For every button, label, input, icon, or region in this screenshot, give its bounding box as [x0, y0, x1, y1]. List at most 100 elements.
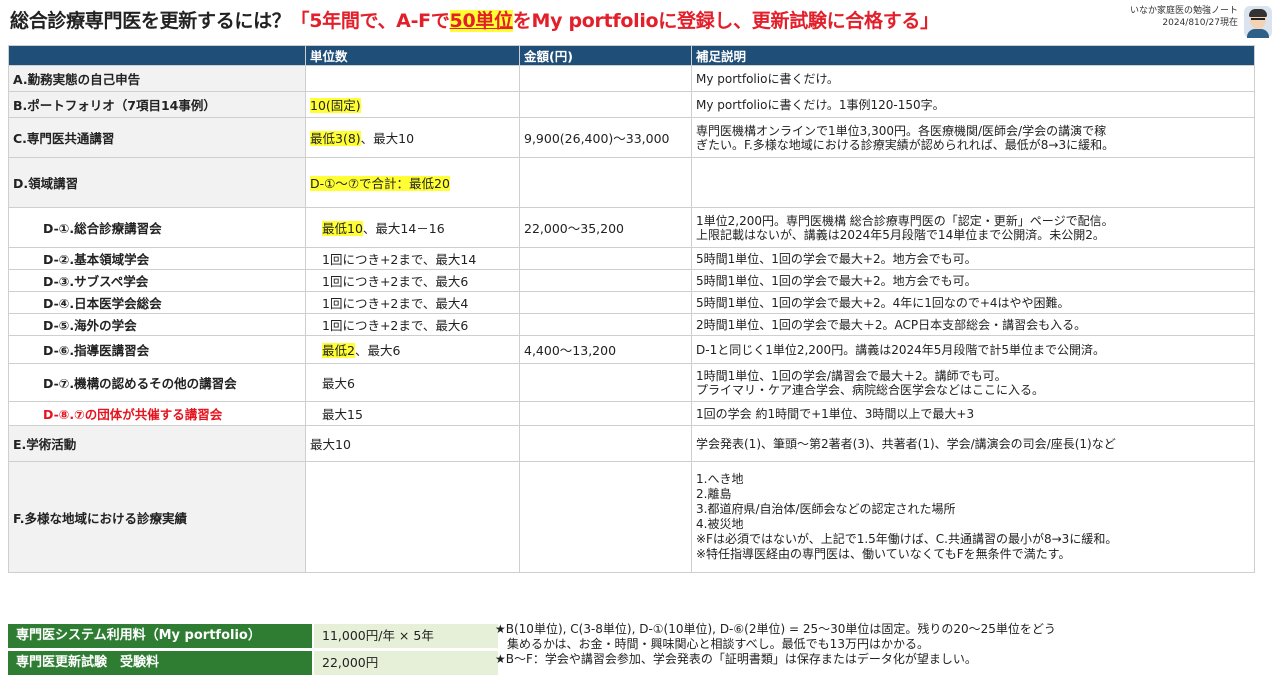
desc-line: 1単位2,200円。専門医機構 総合診療専門医の「認定・更新」ページで配信。	[696, 213, 1114, 228]
units-highlight: 最低2	[322, 343, 355, 358]
title-main: 総合診療専門医を更新するには？	[10, 10, 291, 32]
row-desc: 学会発表(1)、筆頭～第2著者(3)、共著者(1)、学会/講演会の司会/座長(1…	[691, 425, 1255, 462]
desc-line: ※特任指導医経由の専門医は、働いていなくてもFを無条件で満たす。	[696, 547, 1071, 561]
row-desc: 2時間1単位、1回の学会で最大＋2。ACP日本支部総会・講習会も入る。	[691, 313, 1255, 336]
row-label: F.多様な地域における診療実績	[8, 461, 306, 573]
author-note-title: いなか家庭医の勉強ノート	[1129, 6, 1238, 16]
row-label: D-④.日本医学会総会	[8, 291, 306, 314]
row-units: 最低3(8)、最大10	[305, 117, 520, 158]
page-header: 総合診療専門医を更新するには？「5年間で、A-Fで50単位をMy portfol…	[0, 0, 1280, 44]
row-units: 最低10、最大14－16	[305, 207, 520, 248]
row-desc: 5時間1単位、1回の学会で最大+2。地方会でも可。	[691, 269, 1255, 292]
desc-line: 3.都道府県/自治体/医師会などの認定された場所	[696, 502, 956, 516]
footnote-line: ★B～F：学会や講習会参加、学会発表の「証明書類」は保存またはデータ化が望ましい…	[495, 652, 977, 666]
row-desc: 1.へき地 2.離島 3.都道府県/自治体/医師会などの認定された場所 4.被災…	[691, 461, 1255, 573]
row-units: 1回につき+2まで、最大14	[305, 247, 520, 270]
fee-value: 11,000円/年 × 5年	[314, 624, 498, 648]
desc-line: My portfolioに書くだけ。	[696, 71, 839, 86]
row-label: D-⑤.海外の学会	[8, 313, 306, 336]
title-quote-end: をMy portfolioに登録し、更新試験に合格する」	[512, 10, 939, 32]
row-units: D-①～⑦で合計：最低20	[305, 157, 520, 208]
title-quote: 「5年間で、A-Fで50単位をMy portfolioに登録し、更新試験に合格す…	[291, 10, 939, 32]
author-note: いなか家庭医の勉強ノート 2024/810/27現在	[1130, 5, 1238, 29]
column-header-item	[8, 45, 306, 66]
table-row: D-①.総合診療講習会 最低10、最大14－16 22,000～35,200 1…	[8, 207, 1255, 248]
bottom-section: 専門医システム利用料（My portfolio） 11,000円/年 × 5年 …	[8, 620, 1270, 675]
desc-line: 5時間1単位、1回の学会で最大+2。地方会でも可。	[696, 251, 977, 266]
author-note-date: 2024/810/27現在	[1162, 18, 1238, 28]
units-rest: 、最大14－16	[362, 221, 445, 236]
column-header-units: 単位数	[305, 45, 520, 66]
desc-line: My portfolioに書くだけ。1事例120-150字。	[696, 97, 945, 112]
row-units	[305, 65, 520, 92]
desc-line: 2.離島	[696, 487, 732, 501]
author-avatar-icon	[1244, 6, 1272, 38]
row-desc	[691, 157, 1255, 208]
column-header-notes: 補足説明	[691, 45, 1255, 66]
row-desc: 1回の学会 約1時間で+1単位、3時間以上で最大+3	[691, 401, 1255, 426]
row-label: A.勤務実態の自己申告	[8, 65, 306, 92]
desc-line: 学会発表(1)、筆頭～第2著者(3)、共著者(1)、学会/講演会の司会/座長(1…	[696, 436, 1116, 451]
row-cost	[519, 425, 692, 462]
desc-line: プライマリ・ケア連合学会、病院総合医学会などはここに入る。	[696, 382, 1045, 397]
row-cost	[519, 401, 692, 426]
row-units: 最低2、最大6	[305, 335, 520, 364]
table-row: D-⑦.機構の認めるその他の講習会 最大6 1時間1単位、1回の学会/講習会で最…	[8, 363, 1255, 402]
table-row: D-④.日本医学会総会 1回につき+2まで、最大4 5時間1単位、1回の学会で最…	[8, 291, 1255, 314]
row-label: D-⑦.機構の認めるその他の講習会	[8, 363, 306, 402]
row-desc: My portfolioに書くだけ。	[691, 65, 1255, 92]
desc-line: 1.へき地	[696, 472, 744, 486]
row-label: B.ポートフォリオ（7項目14事例）	[8, 91, 306, 118]
row-label: D-⑥.指導医講習会	[8, 335, 306, 364]
row-cost: 22,000～35,200	[519, 207, 692, 248]
row-cost	[519, 291, 692, 314]
row-label: D-③.サブスペ学会	[8, 269, 306, 292]
fee-value: 22,000円	[314, 651, 498, 675]
desc-line: 2時間1単位、1回の学会で最大＋2。ACP日本支部総会・講習会も入る。	[696, 317, 1087, 332]
row-desc: 5時間1単位、1回の学会で最大+2。4年に1回なので+4はやや困難。	[691, 291, 1255, 314]
table-row: C.専門医共通講習 最低3(8)、最大10 9,900(26,400)～33,0…	[8, 117, 1255, 158]
row-cost	[519, 157, 692, 208]
row-units: 最大15	[305, 401, 520, 426]
row-desc: 専門医機構オンラインで1単位3,300円。各医療機関/医師会/学会の講演で稼 ぎた…	[691, 117, 1255, 158]
row-cost: 4,400～13,200	[519, 335, 692, 364]
desc-line: 5時間1単位、1回の学会で最大+2。地方会でも可。	[696, 273, 977, 288]
row-cost	[519, 313, 692, 336]
title-quote-start: 「5年間で、A-Fで	[290, 10, 450, 32]
column-header-cost: 金額(円)	[519, 45, 692, 66]
units-highlight: 最低10	[322, 221, 363, 236]
renewal-table: 単位数 金額(円) 補足説明 A.勤務実態の自己申告 My portfolioに…	[8, 45, 1255, 573]
row-label: D-②.基本領域学会	[8, 247, 306, 270]
fee-row: 専門医システム利用料（My portfolio） 11,000円/年 × 5年	[8, 624, 498, 648]
footnote-line: 集めるかは、お金・時間・興味関心と相談すべし。最低でも13万円はかかる。	[495, 637, 929, 651]
units-highlight: 最低3(8)	[310, 131, 361, 146]
units-highlight: 10(固定)	[310, 98, 361, 113]
table-row: A.勤務実態の自己申告 My portfolioに書くだけ。	[8, 65, 1255, 92]
desc-line: 専門医機構オンラインで1単位3,300円。各医療機関/医師会/学会の講演で稼	[696, 123, 1107, 138]
row-desc: D-1と同じく1単位2,200円。講義は2024年5月段階で計5単位まで公開済。	[691, 335, 1255, 364]
row-units	[305, 461, 520, 573]
row-cost	[519, 269, 692, 292]
footnotes: ★B(10単位), C(3-8単位), D-①(10単位), D-⑥(2単位) …	[495, 622, 1056, 667]
row-units: 最大6	[305, 363, 520, 402]
row-label: D-⑧.⑦の団体が共催する講習会	[8, 401, 306, 426]
table-row: E.学術活動 最大10 学会発表(1)、筆頭～第2著者(3)、共著者(1)、学会…	[8, 425, 1255, 462]
table-row: D-②.基本領域学会 1回につき+2まで、最大14 5時間1単位、1回の学会で最…	[8, 247, 1255, 270]
row-cost	[519, 65, 692, 92]
table-row: F.多様な地域における診療実績 1.へき地 2.離島 3.都道府県/自治体/医師…	[8, 461, 1255, 573]
table-row: D-⑤.海外の学会 1回につき+2まで、最大6 2時間1単位、1回の学会で最大＋…	[8, 313, 1255, 336]
row-units: 最大10	[305, 425, 520, 462]
units-rest: 、最大6	[354, 343, 401, 358]
row-label: D-①.総合診療講習会	[8, 207, 306, 248]
table-row: D-⑧.⑦の団体が共催する講習会 最大15 1回の学会 約1時間で+1単位、3時…	[8, 401, 1255, 426]
page-title: 総合診療専門医を更新するには？「5年間で、A-Fで50単位をMy portfol…	[10, 6, 939, 33]
desc-line: 1時間1単位、1回の学会/講習会で最大＋2。講師でも可。	[696, 368, 1007, 383]
footnote-line: ★B(10単位), C(3-8単位), D-①(10単位), D-⑥(2単位) …	[495, 622, 1056, 636]
desc-line: 4.被災地	[696, 517, 744, 531]
fee-label: 専門医更新試験 受験料	[8, 651, 312, 675]
units-highlight: D-①～⑦で合計：最低20	[310, 176, 450, 191]
table-row: D-③.サブスペ学会 1回につき+2まで、最大6 5時間1単位、1回の学会で最大…	[8, 269, 1255, 292]
desc-line: D-1と同じく1単位2,200円。講義は2024年5月段階で計5単位まで公開済。	[696, 342, 1106, 357]
desc-line: 5時間1単位、1回の学会で最大+2。4年に1回なので+4はやや困難。	[696, 295, 1070, 310]
table-row: D.領域講習 D-①～⑦で合計：最低20	[8, 157, 1255, 208]
